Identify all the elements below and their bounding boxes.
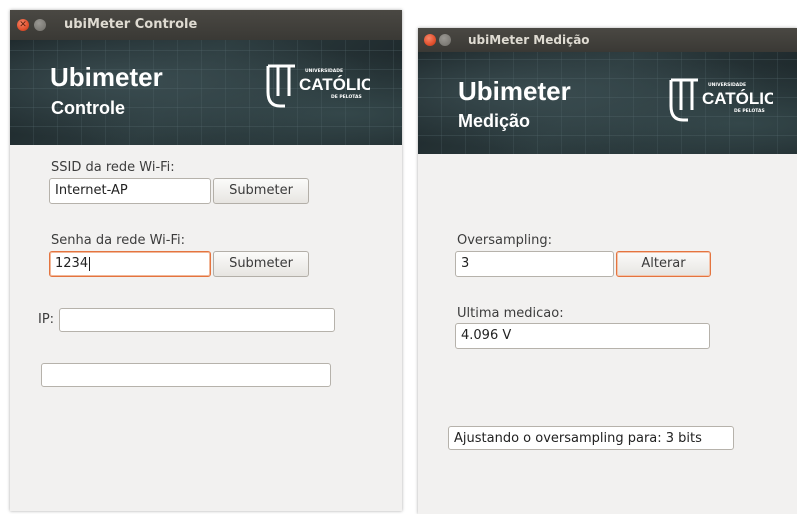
catolica-logo: UNIVERSIDADE CATÓLICA DE PELOTAS [669, 78, 773, 122]
minimize-icon[interactable] [439, 34, 451, 46]
logo-small-bottom: DE PELOTAS [331, 94, 362, 100]
banner-title: Ubimeter [50, 62, 163, 92]
extra-input[interactable] [41, 363, 331, 387]
last-measure-label: Ultima medicao: [457, 306, 564, 321]
oversampling-label: Oversampling: [457, 233, 553, 248]
banner-title: Ubimeter [458, 76, 571, 106]
ip-input[interactable] [59, 308, 335, 332]
logo-main: CATÓLICA [299, 75, 370, 94]
ip-label: IP: [38, 312, 55, 327]
oversampling-input[interactable]: 3 [455, 251, 614, 277]
header-banner: Ubimeter Controle UNIVERSIDADE CATÓLICA … [10, 40, 402, 145]
logo-main: CATÓLICA [702, 89, 773, 108]
ssid-label: SSID da rede Wi-Fi: [51, 160, 175, 175]
status-field: Ajustando o oversampling para: 3 bits [448, 426, 734, 450]
password-submit-button[interactable]: Submeter [213, 251, 309, 277]
logo-small-top: UNIVERSIDADE [708, 82, 746, 88]
close-icon[interactable] [424, 34, 436, 46]
window-title: ubiMeter Medição [468, 33, 590, 47]
banner-subtitle: Medição [458, 111, 531, 131]
logo-small-top: UNIVERSIDADE [305, 68, 343, 74]
titlebar: ✕ ubiMeter Controle [10, 10, 402, 40]
password-input[interactable]: 1234 [49, 251, 211, 277]
last-measure-display: 4.096 V [455, 323, 710, 349]
measure-window: ubiMeter Medição Ubimeter Medição UNIVER… [418, 28, 797, 514]
logo-small-bottom: DE PELOTAS [734, 108, 765, 114]
control-window: ✕ ubiMeter Controle Ubimeter Controle UN… [10, 10, 402, 511]
window-title: ubiMeter Controle [64, 17, 198, 32]
header-banner: Ubimeter Medição UNIVERSIDADE CATÓLICA D… [418, 52, 797, 154]
banner-subtitle: Controle [51, 98, 125, 118]
text-caret [89, 256, 91, 271]
change-oversampling-button[interactable]: Alterar [616, 251, 711, 277]
catolica-logo: UNIVERSIDADE CATÓLICA DE PELOTAS [266, 64, 370, 108]
minimize-icon[interactable] [34, 19, 46, 31]
ssid-submit-button[interactable]: Submeter [213, 178, 309, 204]
titlebar: ubiMeter Medição [418, 28, 797, 52]
ssid-input[interactable]: Internet-AP [49, 178, 211, 204]
password-label: Senha da rede Wi-Fi: [51, 233, 186, 248]
close-icon[interactable]: ✕ [17, 19, 29, 31]
password-value: 1234 [55, 256, 89, 271]
